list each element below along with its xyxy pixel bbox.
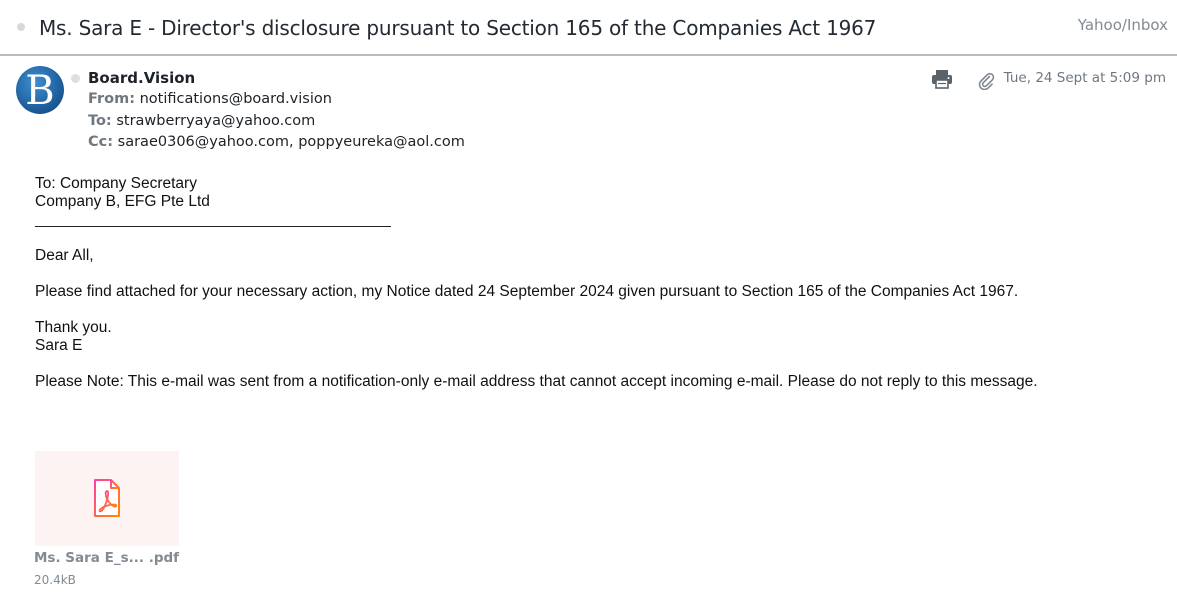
- cc-addresses[interactable]: sarae0306@yahoo.com, poppyeureka@aol.com: [118, 134, 465, 150]
- email-reader: Ms. Sara E - Director's disclosure pursu…: [0, 0, 1177, 604]
- to-address[interactable]: strawberryaya@yahoo.com: [116, 113, 315, 129]
- email-date: Tue, 24 Sept at 5:09 pm: [1003, 70, 1166, 86]
- email-subject: Ms. Sara E - Director's disclosure pursu…: [39, 16, 877, 40]
- paperclip-icon[interactable]: [977, 70, 995, 90]
- sender-name[interactable]: Board.Vision: [88, 69, 195, 87]
- to-label: To:: [88, 113, 112, 129]
- signoff-block: Thank you. Sara E: [35, 319, 112, 355]
- from-label: From:: [88, 91, 135, 107]
- attachment-size: 20.4kB: [34, 573, 76, 587]
- thanks-line: Thank you.: [35, 319, 112, 336]
- cc-label: Cc:: [88, 134, 114, 150]
- body-paragraph: Please find attached for your necessary …: [35, 283, 1019, 300]
- subject-bar: Ms. Sara E - Director's disclosure pursu…: [0, 0, 1177, 56]
- cc-line: Cc: sarae0306@yahoo.com, poppyeureka@aol…: [88, 134, 465, 150]
- divider-line: [35, 226, 391, 227]
- recipient-line-2: Company B, EFG Pte Ltd: [35, 193, 210, 210]
- sender-avatar[interactable]: B: [16, 66, 64, 114]
- greeting: Dear All,: [35, 247, 94, 264]
- attachment-preview[interactable]: [35, 451, 179, 546]
- from-line: From: notifications@board.vision: [88, 91, 332, 107]
- signature-line: Sara E: [35, 337, 83, 354]
- attachment-filename[interactable]: Ms. Sara E_s... .pdf: [34, 550, 179, 566]
- print-icon[interactable]: [931, 69, 953, 89]
- read-status-dot: [71, 74, 80, 83]
- recipient-block: To: Company Secretary Company B, EFG Pte…: [35, 175, 210, 211]
- notification-note: Please Note: This e-mail was sent from a…: [35, 373, 1038, 390]
- recipient-line-1: To: Company Secretary: [35, 175, 197, 192]
- pdf-file-icon: [94, 479, 120, 517]
- unread-dot[interactable]: [17, 23, 25, 31]
- from-address[interactable]: notifications@board.vision: [140, 91, 332, 107]
- avatar-letter: B: [25, 68, 55, 114]
- folder-breadcrumb[interactable]: Yahoo/Inbox: [1078, 16, 1168, 34]
- to-line: To: strawberryaya@yahoo.com: [88, 113, 315, 129]
